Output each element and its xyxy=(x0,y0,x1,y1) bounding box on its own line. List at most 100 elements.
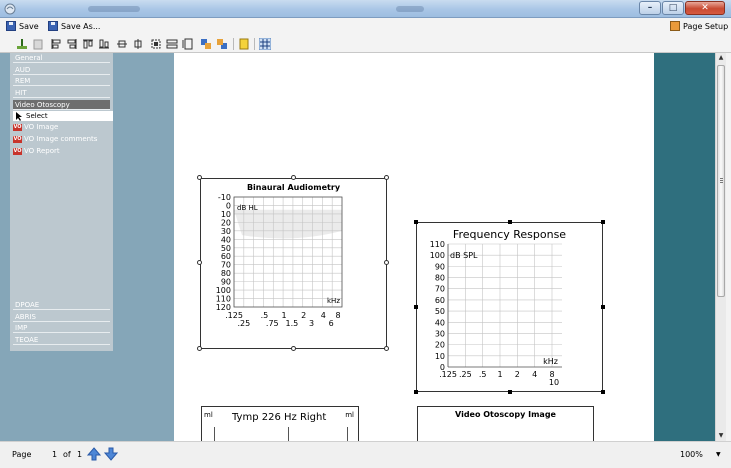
vo-image-title: Video Otoscopy Image xyxy=(455,410,556,419)
resize-handle[interactable] xyxy=(197,260,202,265)
window-edge xyxy=(726,53,731,441)
tymp-right-unit: ml xyxy=(345,411,354,419)
previous-page-icon[interactable] xyxy=(87,447,101,461)
resize-handle[interactable] xyxy=(197,175,202,180)
bring-front-icon[interactable] xyxy=(200,38,212,50)
nav-item-rem[interactable]: REM xyxy=(13,76,110,86)
same-size-icon[interactable] xyxy=(166,38,178,50)
y-unit-label: dB SPL xyxy=(450,251,478,260)
page-setup-icon xyxy=(670,21,680,31)
toolbar-separator xyxy=(233,38,234,50)
tool-vo-image-label: VO Image xyxy=(24,123,59,131)
resize-handle[interactable] xyxy=(601,305,605,309)
y-unit-label: dB HL xyxy=(237,204,258,212)
page-total: 1 xyxy=(77,450,83,459)
resize-handle[interactable] xyxy=(384,346,389,351)
minimize-button[interactable]: – xyxy=(639,1,661,15)
vo-image-box[interactable]: Video Otoscopy Image xyxy=(417,406,594,442)
x-tick-label: 2 xyxy=(515,370,520,379)
nav-item-abris[interactable]: ABRIS xyxy=(13,312,110,322)
nav-item-aud[interactable]: AUD xyxy=(13,65,110,75)
close-button[interactable]: ✕ xyxy=(685,1,725,15)
vertical-scrollbar[interactable]: ▲ ▼ xyxy=(715,53,726,441)
nav-item-video-otoscopy[interactable]: Video Otoscopy xyxy=(13,100,110,110)
fit-page-icon[interactable] xyxy=(150,38,162,50)
resize-handle[interactable] xyxy=(508,390,512,394)
x-tick-label: .125 xyxy=(439,370,457,379)
page-setup-button[interactable]: Page Setup xyxy=(670,21,728,31)
center-vertical-icon[interactable] xyxy=(132,38,144,50)
y-tick-label: 100 xyxy=(430,251,445,260)
tool-select-label: Select xyxy=(26,112,48,120)
audiometry-chart-box[interactable]: Binaural Audiometry -10 0 10 20 30 40 50 60 70 80… xyxy=(200,178,387,349)
tool-select[interactable]: Select xyxy=(13,111,113,121)
tool-vo-image[interactable]: VO VO Image xyxy=(13,122,113,132)
tymp-left-unit: ml xyxy=(204,411,213,419)
y-tick-label: 110 xyxy=(430,240,445,249)
scroll-thumb[interactable] xyxy=(717,65,725,297)
vo-icon: VO xyxy=(13,147,22,155)
resize-handle[interactable] xyxy=(291,346,296,351)
resize-handle[interactable] xyxy=(291,175,296,180)
nav-item-dpoae[interactable]: DPOAE xyxy=(13,300,110,310)
x-tick-label: 10 xyxy=(549,378,559,387)
window-title-bar: – □ ✕ xyxy=(0,0,731,18)
zoom-dropdown-icon[interactable]: ▼ xyxy=(716,451,721,458)
action-bar: Save Save As... Page Setup xyxy=(0,18,731,35)
resize-handle[interactable] xyxy=(508,220,512,224)
resize-handle[interactable] xyxy=(384,175,389,180)
app-icon xyxy=(4,3,16,15)
save-label: Save xyxy=(19,21,39,31)
x-unit-label: kHz xyxy=(327,297,340,305)
resize-handle[interactable] xyxy=(601,220,605,224)
toolbar-separator xyxy=(254,38,255,50)
resize-handle[interactable] xyxy=(601,390,605,394)
x-tick-label: 4 xyxy=(321,311,326,320)
tool-vo-report[interactable]: VO VO Report xyxy=(13,146,113,156)
y-tick-label: 50 xyxy=(435,307,445,316)
resize-handle[interactable] xyxy=(414,220,418,224)
align-right-icon[interactable] xyxy=(66,38,78,50)
resize-handle[interactable] xyxy=(197,346,202,351)
send-back-icon[interactable] xyxy=(216,38,228,50)
resize-handle[interactable] xyxy=(384,260,389,265)
grid-toggle-icon[interactable] xyxy=(259,38,271,50)
scroll-up-icon[interactable]: ▲ xyxy=(718,55,724,61)
close-icon: ✕ xyxy=(701,3,709,13)
maximize-button[interactable]: □ xyxy=(662,1,684,15)
page-setup-label: Page Setup xyxy=(683,21,729,31)
align-bottom-icon[interactable] xyxy=(98,38,110,50)
nav-item-teoae[interactable]: TEOAE xyxy=(13,335,110,345)
align-top-icon[interactable] xyxy=(82,38,94,50)
center-horizontal-icon[interactable] xyxy=(116,38,128,50)
vo-icon: VO xyxy=(13,123,22,131)
page-current: 1 xyxy=(52,450,58,459)
x-tick-label: .5 xyxy=(479,370,487,379)
resize-handle[interactable] xyxy=(414,390,418,394)
delete-icon[interactable] xyxy=(32,38,44,50)
save-as-button[interactable]: Save As... xyxy=(48,21,100,31)
properties-icon[interactable] xyxy=(238,38,250,50)
nav-item-imp[interactable]: IMP xyxy=(13,323,110,333)
resize-handle[interactable] xyxy=(414,305,418,309)
tymp-chart-box[interactable]: ml Tymp 226 Hz Right ml xyxy=(201,406,359,443)
save-as-icon xyxy=(48,21,58,31)
x-tick-label: .25 xyxy=(459,370,472,379)
frequency-chart: 0102030405060708090100110.125.25.5 1 2 4 8dB… xyxy=(430,240,562,387)
section-navigator: General AUD REM HIT Video Otoscopy Selec… xyxy=(10,53,113,351)
frequency-response-box[interactable]: Frequency Response 0 10 20 30 40 50 60 70 80 90 10… xyxy=(416,222,603,392)
scroll-down-icon[interactable]: ▼ xyxy=(718,433,724,439)
same-height-icon[interactable] xyxy=(182,38,194,50)
save-button[interactable]: Save xyxy=(6,21,39,31)
nav-item-general[interactable]: General xyxy=(13,53,110,63)
nav-item-hit[interactable]: HIT xyxy=(13,88,110,98)
minimize-icon: – xyxy=(647,3,653,13)
insert-icon[interactable] xyxy=(16,38,28,50)
tool-vo-image-comments[interactable]: VO VO Image comments xyxy=(13,134,113,144)
x-tick-label: .25 xyxy=(237,319,250,328)
next-page-icon[interactable] xyxy=(104,447,118,461)
align-left-icon[interactable] xyxy=(50,38,62,50)
x-tick-label: 2 xyxy=(301,311,306,320)
x-tick-label: 8 xyxy=(336,311,341,320)
tymp-title: Tymp 226 Hz Right xyxy=(232,412,327,423)
